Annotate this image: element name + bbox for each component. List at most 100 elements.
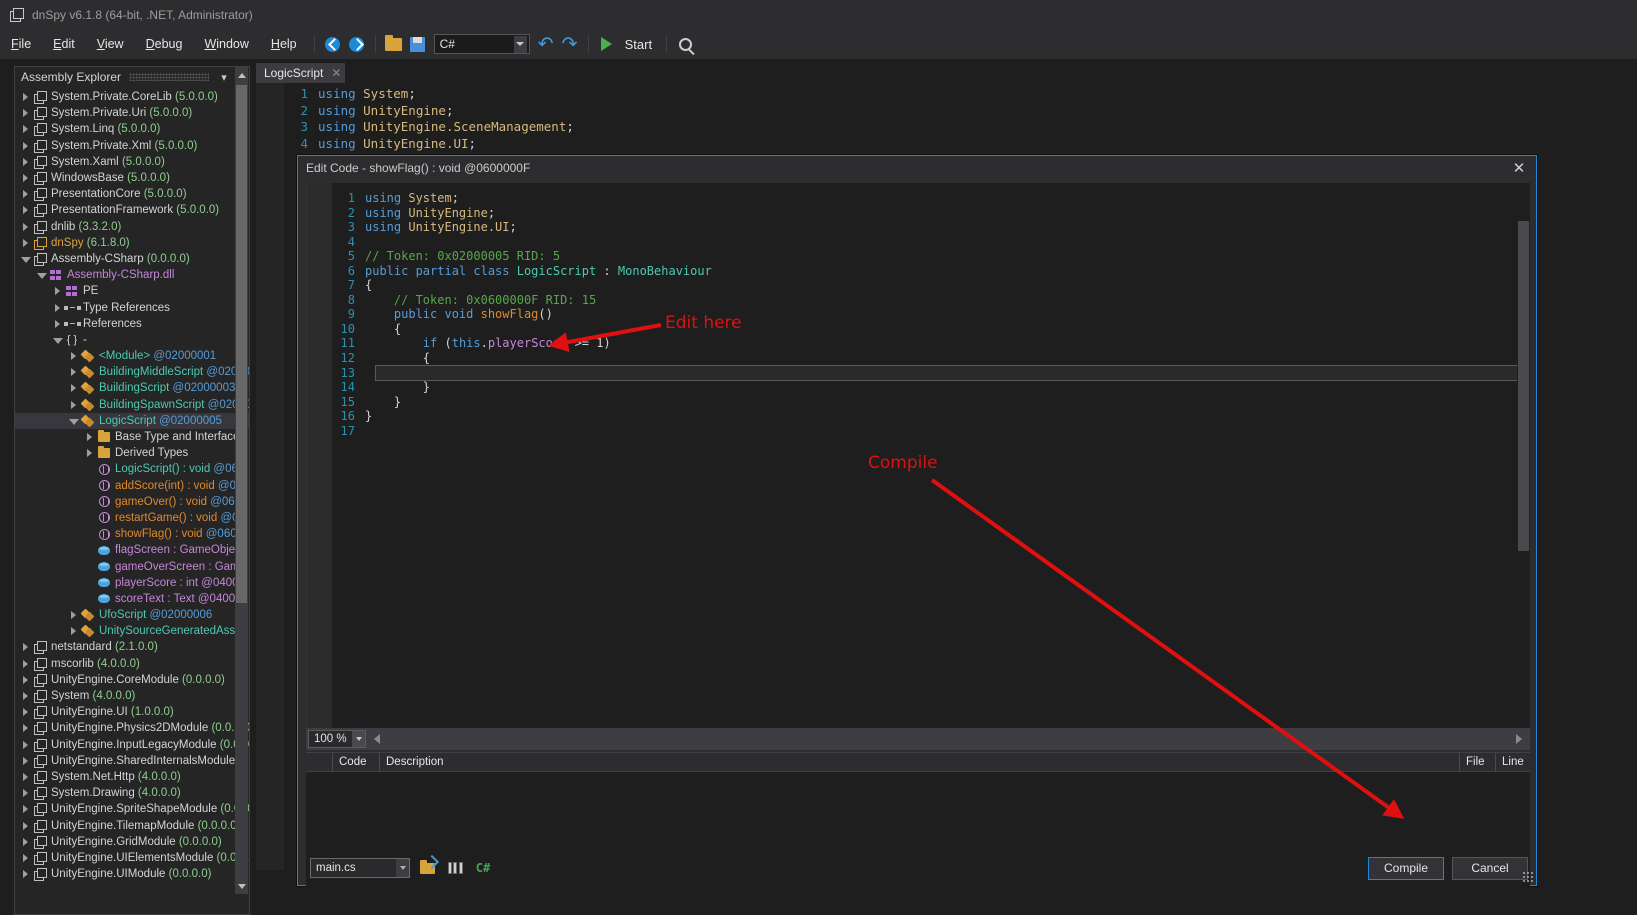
tree-item[interactable]: netstandard (2.1.0.0) [15, 639, 249, 655]
tree-item[interactable]: LogicScript @02000005 [15, 412, 249, 429]
code-line[interactable]: 2 using UnityEngine; [307, 206, 1530, 221]
tree-item[interactable]: scoreText : Text @0400 [15, 591, 249, 607]
expander-closed-icon[interactable] [67, 627, 80, 636]
search-icon[interactable] [673, 32, 697, 56]
triangle-left-icon[interactable] [370, 734, 384, 744]
error-col-description[interactable]: Description [380, 753, 1460, 771]
tree-item[interactable]: UnityEngine.TilemapModule (0.0.0.0) [15, 817, 249, 833]
close-icon[interactable]: ✕ [331, 66, 341, 80]
assembly-tree[interactable]: System.Private.CoreLib (5.0.0.0) System.P… [15, 87, 249, 914]
menu-window[interactable]: Window [193, 33, 259, 55]
code-line[interactable]: 3 using UnityEngine.SceneManagement; [256, 119, 1637, 136]
tree-item[interactable]: addScore(int) : void @06 [15, 478, 249, 494]
expander-closed-icon[interactable] [19, 238, 32, 247]
tree-item[interactable]: Type References [15, 299, 249, 315]
tree-item[interactable]: Assembly-CSharp (0.0.0.0) [15, 251, 249, 267]
expander-closed-icon[interactable] [67, 368, 80, 377]
expander-closed-icon[interactable] [19, 708, 32, 717]
expander-closed-icon[interactable] [83, 433, 96, 442]
scrollbar-thumb[interactable] [236, 85, 247, 603]
error-col-icon[interactable] [306, 753, 333, 771]
tree-item[interactable]: BuildingSpawnScript @02000 [15, 397, 249, 413]
undo-icon[interactable]: ↶ [534, 32, 558, 56]
expander-closed-icon[interactable] [19, 740, 32, 749]
tree-item[interactable]: System.Private.CoreLib (5.0.0.0) [15, 89, 249, 105]
expander-closed-icon[interactable] [19, 141, 32, 150]
tree-item[interactable]: System.Private.Xml (5.0.0.0) [15, 138, 249, 154]
code-line[interactable]: 1 using System; [256, 86, 1637, 103]
code-line[interactable]: 5 // Token: 0x02000005 RID: 5 [307, 249, 1530, 264]
tree-item[interactable]: UnityEngine.UI (1.0.0.0) [15, 704, 249, 720]
start-debug-icon[interactable] [595, 32, 619, 56]
expander-closed-icon[interactable] [19, 174, 32, 183]
expander-closed-icon[interactable] [19, 789, 32, 798]
code-line[interactable]: 1 using System; [307, 191, 1530, 206]
expander-closed-icon[interactable] [19, 756, 32, 765]
chevron-down-icon[interactable] [352, 731, 365, 747]
tree-item[interactable]: BuildingScript @02000003 [15, 380, 249, 396]
assembly-tree-scrollbar[interactable] [235, 67, 248, 894]
code-line[interactable]: 2 using UnityEngine; [256, 103, 1637, 120]
expander-closed-icon[interactable] [83, 449, 96, 458]
tree-item[interactable]: UnityEngine.GridModule (0.0.0.0) [15, 834, 249, 850]
code-line[interactable]: 11 if (this.playerScore >= 1) [307, 336, 1530, 351]
menu-view[interactable]: View [86, 33, 135, 55]
code-line[interactable]: 9 public void showFlag() [307, 307, 1530, 322]
menu-file[interactable]: FFileile [0, 33, 42, 55]
expander-closed-icon[interactable] [19, 837, 32, 846]
expander-closed-icon[interactable] [67, 384, 80, 393]
expander-open-icon[interactable] [51, 336, 64, 344]
tree-item[interactable]: UnityEngine.InputLegacyModule (0.0.0. [15, 737, 249, 753]
expander-open-icon[interactable] [67, 417, 80, 425]
chevron-down-icon[interactable]: ▾ [217, 71, 231, 84]
expander-closed-icon[interactable] [19, 821, 32, 830]
tree-item[interactable]: System.Drawing (4.0.0.0) [15, 785, 249, 801]
start-button-label[interactable]: Start [625, 37, 652, 52]
menu-edit[interactable]: Edit [42, 33, 86, 55]
tree-item[interactable]: UnityEngine.UIModule (0.0.0.0) [15, 866, 249, 882]
error-col-code[interactable]: Code [333, 753, 380, 771]
expander-closed-icon[interactable] [19, 853, 32, 862]
menu-debug[interactable]: Debug [135, 33, 194, 55]
expander-closed-icon[interactable] [51, 319, 64, 328]
tree-item[interactable]: restartGame() : void @0 [15, 510, 249, 526]
tree-item[interactable]: gameOverScreen : Game [15, 558, 249, 574]
tree-item[interactable]: PresentationFramework (5.0.0.0) [15, 202, 249, 218]
redo-icon[interactable]: ↷ [558, 32, 582, 56]
compile-button[interactable]: Compile [1368, 856, 1444, 880]
error-col-file[interactable]: File [1460, 753, 1496, 771]
tree-item[interactable]: BuildingMiddleScript @02000 [15, 364, 249, 380]
code-line[interactable]: 8 // Token: 0x0600000F RID: 15 [307, 293, 1530, 308]
resize-grip-icon[interactable] [1521, 870, 1533, 882]
navigate-back-icon[interactable] [321, 32, 345, 56]
open-folder-icon[interactable] [416, 858, 438, 878]
tree-item[interactable]: dnSpy (6.1.8.0) [15, 235, 249, 251]
dialog-code-lines[interactable]: 1 using System; 2 using UnityEngine; 3 using … [307, 191, 1530, 438]
tree-item[interactable]: Base Type and Interface [15, 429, 249, 445]
expander-closed-icon[interactable] [19, 222, 32, 231]
expander-closed-icon[interactable] [19, 659, 32, 668]
tree-item[interactable]: UnityEngine.SpriteShapeModule (0.0.0.0 [15, 801, 249, 817]
chevron-down-icon[interactable] [396, 859, 409, 877]
expander-closed-icon[interactable] [19, 109, 32, 118]
triangle-right-icon[interactable] [1514, 734, 1524, 744]
open-folder-icon[interactable] [382, 32, 406, 56]
tree-item[interactable]: System.Linq (5.0.0.0) [15, 121, 249, 137]
close-icon[interactable]: ✕ [1508, 159, 1530, 177]
tree-item[interactable]: showFlag() : void @0600 [15, 526, 249, 542]
tree-item[interactable]: System.Private.Uri (5.0.0.0) [15, 105, 249, 121]
tree-item[interactable]: PE [15, 283, 249, 299]
expander-closed-icon[interactable] [19, 206, 32, 215]
expander-closed-icon[interactable] [19, 692, 32, 701]
zoom-level-select[interactable]: 100 % [308, 730, 366, 748]
scrollbar-thumb[interactable] [1518, 221, 1529, 551]
scroll-up-icon[interactable] [235, 67, 248, 83]
tree-item[interactable]: mscorlib (4.0.0.0) [15, 656, 249, 672]
csharp-icon[interactable]: C# [472, 858, 494, 878]
expander-closed-icon[interactable] [19, 772, 32, 781]
scroll-down-icon[interactable] [235, 878, 248, 894]
tree-item[interactable]: UfoScript @02000006 [15, 607, 249, 623]
chevron-down-icon[interactable] [513, 35, 527, 53]
tree-item[interactable]: System (4.0.0.0) [15, 688, 249, 704]
code-line[interactable]: 4 using UnityEngine.UI; [256, 136, 1637, 153]
